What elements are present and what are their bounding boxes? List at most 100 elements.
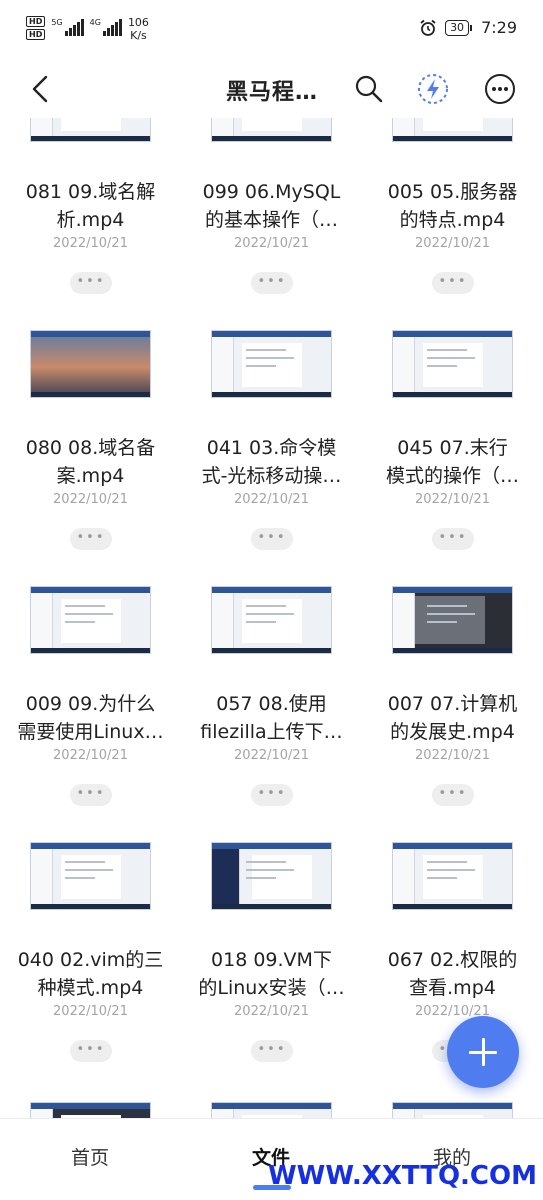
- file-name-line2: 析.mp4: [56, 209, 125, 231]
- file-date: 2022/10/21: [53, 492, 128, 507]
- file-name-line1: 057 08.使用: [216, 693, 327, 715]
- file-item[interactable]: 045 07.末行 模式的操作（… 2022/10/21 •••: [362, 314, 543, 570]
- file-name-line1: 045 07.末行: [397, 437, 508, 459]
- file-name-line2: 式-光标移动操…: [201, 465, 342, 487]
- file-date: 2022/10/21: [53, 748, 128, 763]
- file-more-button[interactable]: •••: [251, 528, 293, 550]
- network-speed: 106 K/s: [128, 16, 149, 42]
- file-name-line1: 067 02.权限的: [387, 949, 518, 971]
- file-name-line2: filezilla上传下…: [200, 721, 343, 743]
- status-left: HD HD 5G 4G 106 K/s: [26, 16, 149, 42]
- search-icon[interactable]: [352, 72, 386, 106]
- file-more-button[interactable]: •••: [70, 528, 112, 550]
- file-name-line2: 种模式.mp4: [37, 977, 144, 999]
- file-more-button[interactable]: •••: [432, 272, 474, 294]
- file-name-line1: 007 07.计算机: [387, 693, 518, 715]
- file-date: 2022/10/21: [415, 492, 490, 507]
- signal-bars-icon: [64, 18, 84, 36]
- watermark: WWW.XXTTQ.COM: [268, 1161, 537, 1191]
- more-options-icon[interactable]: [483, 72, 517, 106]
- network-type-2: 4G: [89, 18, 101, 27]
- video-thumbnail[interactable]: [392, 1102, 513, 1118]
- sim-indicators: HD HD: [26, 16, 46, 40]
- alarm-icon: [420, 19, 436, 36]
- video-thumbnail[interactable]: [211, 586, 332, 654]
- signal-2: 4G: [90, 16, 122, 36]
- file-date: 2022/10/21: [53, 1004, 128, 1019]
- file-item[interactable]: 080 08.域名备 案.mp4 2022/10/21 •••: [0, 314, 181, 570]
- bottom-nav: 首页 文件 我的 WWW.XXTTQ.COM: [0, 1118, 543, 1200]
- file-grid: 081 09.域名解 析.mp4 2022/10/21 ••• 099 06.MySQL…: [0, 118, 543, 1118]
- page-title: 黑马程…: [226, 80, 319, 105]
- signal-bars-icon: [102, 18, 122, 36]
- add-button[interactable]: [447, 1016, 519, 1088]
- file-item[interactable]: 040 02.vim的三 种模式.mp4 2022/10/21 •••: [0, 826, 181, 1082]
- sim1-badge: HD: [26, 16, 46, 27]
- file-name-line1: 005 05.服务器: [387, 181, 518, 203]
- signal-1: 5G: [51, 16, 84, 36]
- video-thumbnail[interactable]: [211, 118, 332, 142]
- file-item[interactable]: 005 05.服务器 的特点.mp4 2022/10/21 •••: [362, 118, 543, 314]
- file-item[interactable]: 009 09.为什么 需要使用Linux… 2022/10/21 •••: [0, 570, 181, 826]
- clock: 7:29: [481, 18, 517, 37]
- file-item[interactable]: 041 03.命令模 式-光标移动操… 2022/10/21 •••: [181, 314, 362, 570]
- file-date: 2022/10/21: [415, 236, 490, 251]
- file-date: 2022/10/21: [415, 1004, 490, 1019]
- file-more-button[interactable]: •••: [432, 784, 474, 806]
- video-thumbnail[interactable]: [392, 586, 513, 654]
- video-thumbnail[interactable]: [392, 118, 513, 142]
- file-more-button[interactable]: •••: [251, 784, 293, 806]
- video-thumbnail[interactable]: [30, 118, 151, 142]
- file-name-line2: 的特点.mp4: [399, 209, 506, 231]
- status-right: 30 7:29: [419, 18, 517, 37]
- video-thumbnail[interactable]: [392, 842, 513, 910]
- speed-boost-icon[interactable]: [416, 72, 450, 106]
- file-item[interactable]: 007 07.计算机 的发展史.mp4 2022/10/21 •••: [362, 570, 543, 826]
- video-thumbnail[interactable]: [211, 330, 332, 398]
- file-date: 2022/10/21: [234, 1004, 309, 1019]
- file-name-line2: 的Linux安装（…: [198, 977, 345, 999]
- file-item[interactable]: 057 08.使用 filezilla上传下… 2022/10/21 •••: [181, 570, 362, 826]
- file-more-button[interactable]: •••: [70, 272, 112, 294]
- file-date: 2022/10/21: [415, 748, 490, 763]
- video-thumbnail[interactable]: [211, 842, 332, 910]
- back-arrow-icon[interactable]: [26, 72, 56, 106]
- file-name-line1: 081 09.域名解: [25, 181, 156, 203]
- file-name-line1: 080 08.域名备: [25, 437, 156, 459]
- speed-unit: K/s: [130, 29, 147, 42]
- video-thumbnail[interactable]: [30, 330, 151, 398]
- file-date: 2022/10/21: [234, 236, 309, 251]
- file-name-line2: 模式的操作（…: [385, 465, 519, 487]
- file-more-button[interactable]: •••: [251, 1040, 293, 1062]
- file-name-line2: 查看.mp4: [409, 977, 496, 999]
- speed-value: 106: [127, 16, 149, 29]
- file-name-line1: 099 06.MySQL: [202, 181, 341, 203]
- title-bar: 黑马程…: [0, 60, 543, 118]
- file-date: 2022/10/21: [234, 492, 309, 507]
- file-more-button[interactable]: •••: [432, 528, 474, 550]
- battery-icon: 30: [445, 19, 473, 36]
- file-name-line2: 的基本操作（…: [204, 209, 338, 231]
- file-date: 2022/10/21: [53, 236, 128, 251]
- nav-home[interactable]: 首页: [30, 1143, 150, 1170]
- file-name-line2: 需要使用Linux…: [17, 721, 164, 743]
- file-name-line2: 的发展史.mp4: [390, 721, 515, 743]
- file-name-line1: 041 03.命令模: [206, 437, 337, 459]
- file-name-line1: 040 02.vim的三: [17, 949, 164, 971]
- file-more-button[interactable]: •••: [70, 1040, 112, 1062]
- file-name-line1: 018 09.VM下: [211, 949, 332, 971]
- file-item[interactable]: 099 06.MySQL 的基本操作（… 2022/10/21 •••: [181, 118, 362, 314]
- file-name-line2: 案.mp4: [56, 465, 125, 487]
- file-name-line1: 009 09.为什么: [25, 693, 156, 715]
- video-thumbnail[interactable]: [392, 330, 513, 398]
- status-bar: HD HD 5G 4G 106 K/s 30 7:29: [0, 0, 543, 60]
- video-thumbnail[interactable]: [30, 1102, 151, 1118]
- video-thumbnail[interactable]: [211, 1102, 332, 1118]
- file-item[interactable]: 081 09.域名解 析.mp4 2022/10/21 •••: [0, 118, 181, 314]
- network-type-1: 5G: [51, 18, 63, 27]
- video-thumbnail[interactable]: [30, 586, 151, 654]
- video-thumbnail[interactable]: [30, 842, 151, 910]
- file-item[interactable]: 018 09.VM下 的Linux安装（… 2022/10/21 •••: [181, 826, 362, 1082]
- file-more-button[interactable]: •••: [251, 272, 293, 294]
- file-more-button[interactable]: •••: [70, 784, 112, 806]
